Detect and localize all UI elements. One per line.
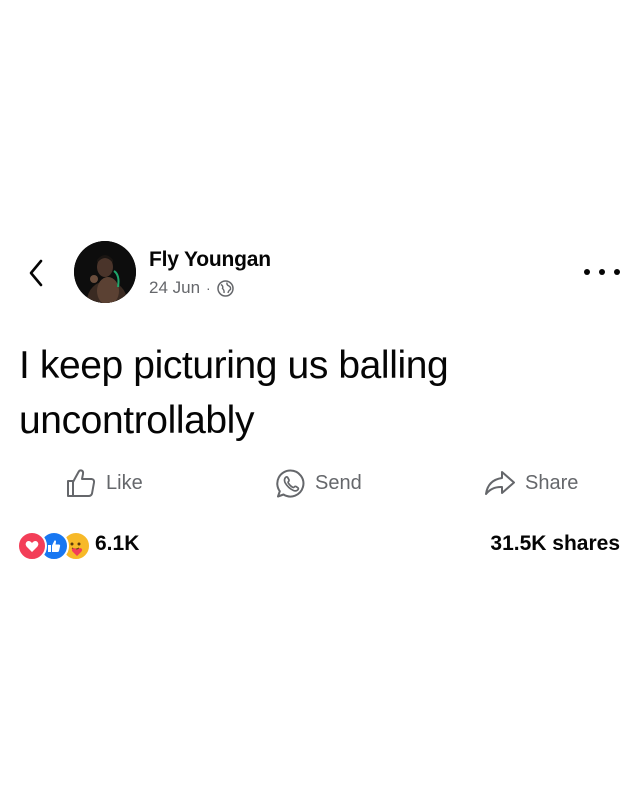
shares-count[interactable]: 31.5K shares	[490, 532, 620, 556]
chevron-left-icon	[29, 259, 43, 287]
reaction-icons	[17, 529, 95, 561]
send-label: Send	[315, 471, 362, 494]
more-options-button[interactable]	[584, 262, 620, 282]
like-button[interactable]: Like	[66, 466, 143, 500]
avatar[interactable]	[74, 241, 136, 303]
globe-icon	[216, 279, 234, 297]
reaction-count: 6.1K	[95, 532, 140, 555]
dot-icon	[584, 269, 590, 275]
dot-icon	[599, 269, 605, 275]
share-arrow-icon	[485, 471, 515, 495]
thumbs-up-icon	[67, 469, 96, 497]
post-date[interactable]: 24 Jun	[149, 278, 200, 298]
share-label: Share	[525, 471, 579, 494]
post-text: I keep picturing us balling uncontrollab…	[19, 344, 449, 442]
send-button[interactable]: Send	[275, 466, 362, 500]
back-button[interactable]	[22, 256, 50, 290]
love-icon	[17, 531, 47, 561]
post-view: Fly Youngan 24 Jun · I keep picturing us…	[0, 0, 640, 796]
like-label: Like	[106, 471, 143, 494]
meta-separator: ·	[206, 280, 211, 296]
reactions-summary[interactable]: 6.1K	[17, 529, 140, 561]
whatsapp-icon	[276, 468, 305, 497]
post-meta: 24 Jun ·	[149, 278, 234, 298]
dot-icon	[614, 269, 620, 275]
author-name[interactable]: Fly Youngan	[149, 248, 271, 272]
avatar-image	[74, 241, 136, 303]
share-button[interactable]: Share	[484, 466, 578, 500]
